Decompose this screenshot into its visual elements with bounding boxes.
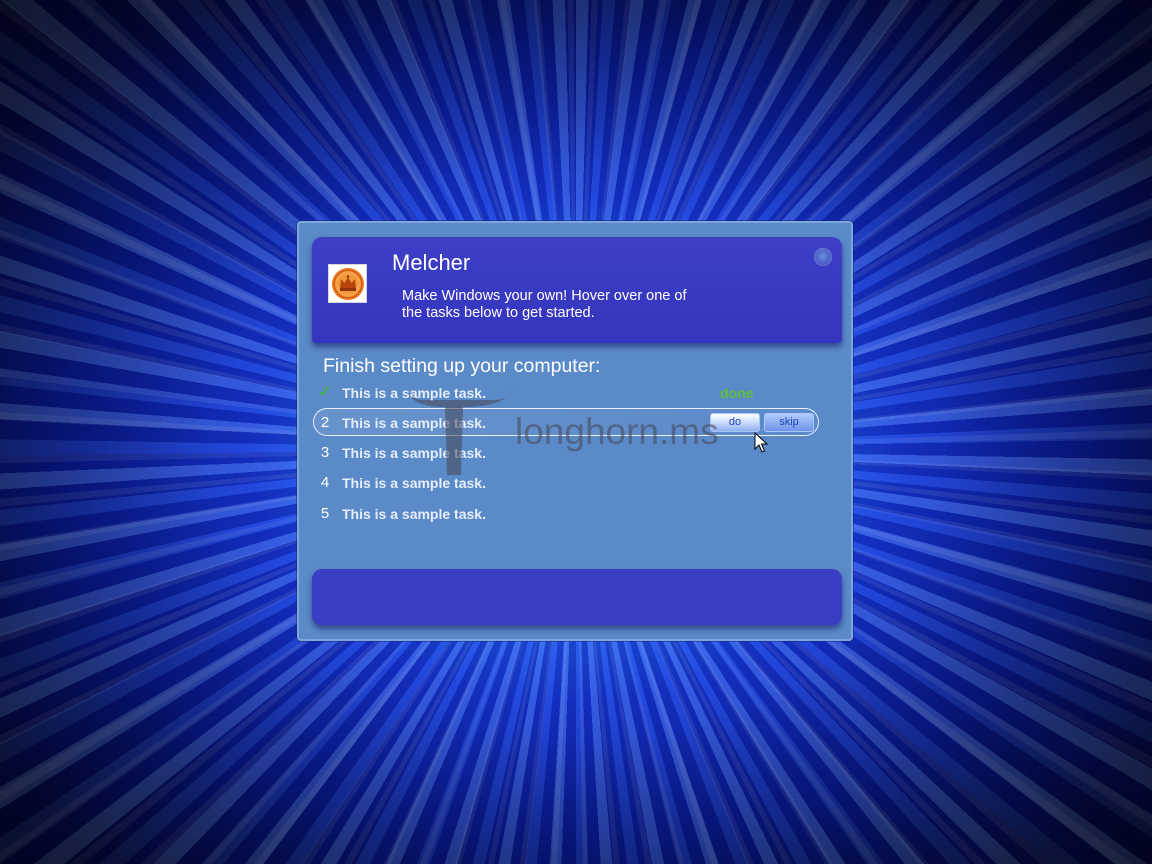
task-row-1[interactable]: ✓ This is a sample task. done: [313, 378, 819, 406]
mouse-pointer-icon: [754, 432, 768, 453]
task-label: This is a sample task.: [342, 506, 486, 522]
welcome-dialog: Melcher Make Windows your own! Hover ove…: [297, 221, 853, 641]
do-button[interactable]: do: [710, 413, 760, 432]
task-label: This is a sample task.: [342, 385, 486, 401]
skip-button[interactable]: skip: [764, 413, 814, 432]
task-label: This is a sample task.: [342, 475, 486, 491]
task-number: 2: [320, 414, 330, 431]
close-orb-icon[interactable]: [814, 248, 832, 266]
task-label: This is a sample task.: [342, 445, 486, 461]
section-title: Finish setting up your computer:: [323, 355, 601, 377]
dialog-footer: [312, 569, 842, 625]
app-description: Make Windows your own! Hover over one of…: [402, 288, 687, 321]
task-row-4[interactable]: 4 This is a sample task.: [313, 468, 819, 496]
task-row-2[interactable]: 2 This is a sample task. do skip: [313, 408, 819, 436]
crown-emblem-icon: [328, 264, 367, 303]
task-number: 4: [320, 474, 330, 491]
dialog-header: Melcher Make Windows your own! Hover ove…: [312, 237, 842, 343]
task-row-3[interactable]: 3 This is a sample task.: [313, 438, 819, 466]
app-title: Melcher: [392, 250, 471, 275]
task-number: 3: [320, 444, 330, 461]
task-row-5[interactable]: 5 This is a sample task.: [313, 499, 819, 527]
task-number: 5: [320, 505, 330, 522]
task-status-done: done: [720, 385, 754, 401]
task-label: This is a sample task.: [342, 415, 486, 431]
checkmark-icon: ✓: [318, 382, 333, 401]
